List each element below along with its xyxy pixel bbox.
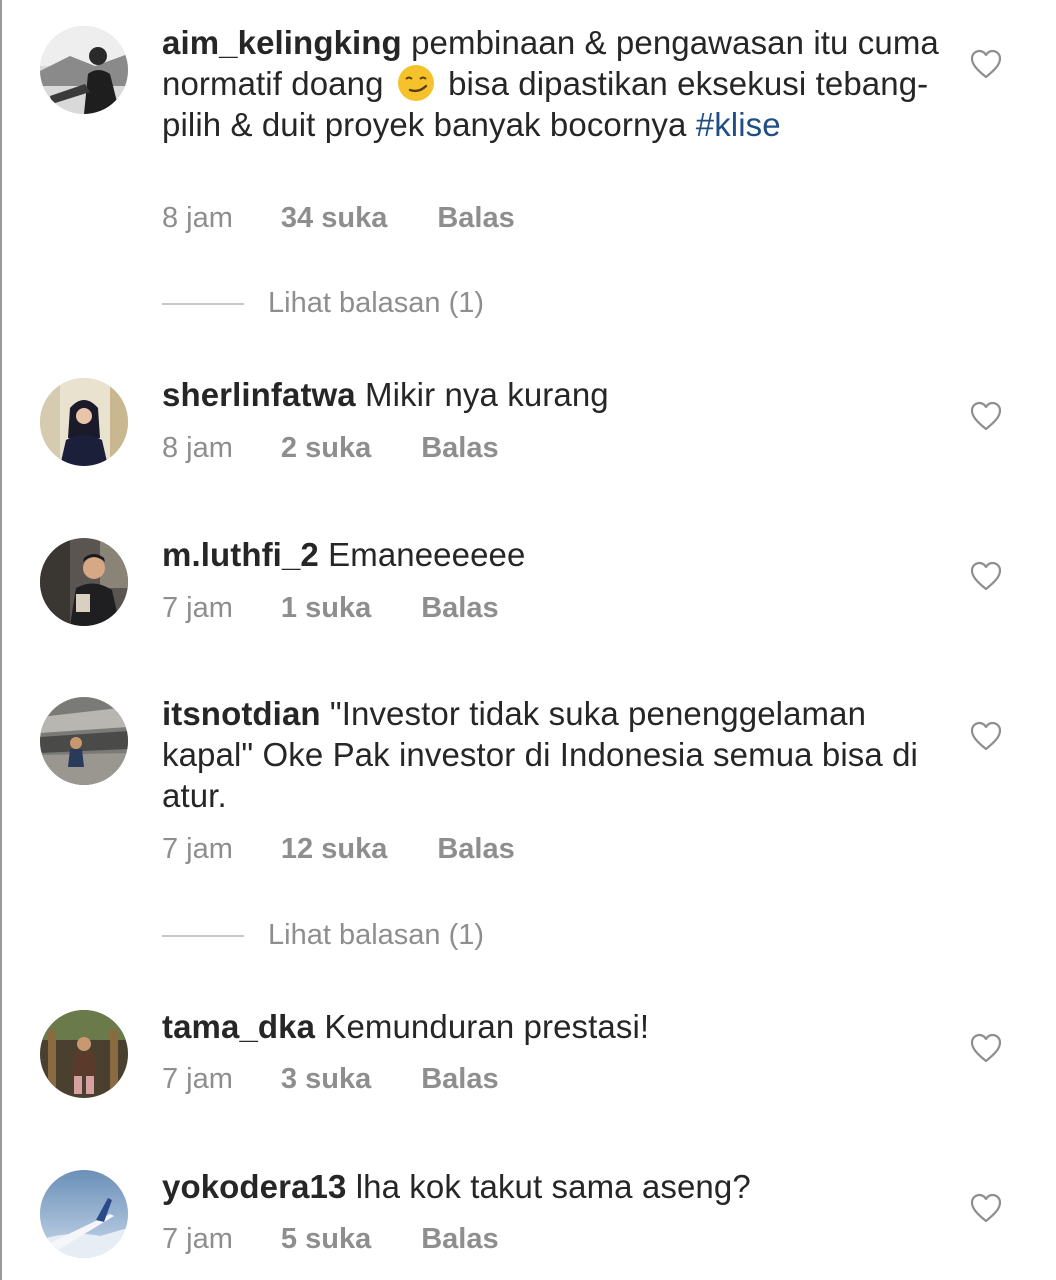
comment-meta: 7 jam 12 suka Balas bbox=[162, 831, 515, 867]
comment-body: lha kok takut sama aseng? bbox=[346, 1168, 751, 1205]
like-count[interactable]: 12 suka bbox=[281, 831, 387, 867]
view-replies-button[interactable]: Lihat balasan (1) bbox=[162, 285, 562, 321]
comment-time: 8 jam bbox=[162, 432, 233, 464]
username[interactable]: sherlinfatwa bbox=[162, 376, 356, 413]
avatar[interactable] bbox=[40, 1010, 128, 1098]
heart-outline-icon[interactable] bbox=[970, 561, 1002, 591]
like-count[interactable]: 3 suka bbox=[281, 1061, 371, 1097]
comment-meta: 7 jam 5 suka Balas bbox=[162, 1221, 499, 1257]
view-replies-label: Lihat balasan (1) bbox=[268, 287, 485, 319]
comment-time: 7 jam bbox=[162, 1223, 233, 1255]
avatar[interactable] bbox=[40, 378, 128, 466]
comment-body: Mikir nya kurang bbox=[355, 376, 609, 413]
reply-button[interactable]: Balas bbox=[421, 430, 498, 466]
like-count[interactable]: 2 suka bbox=[281, 430, 371, 466]
comment-time: 7 jam bbox=[162, 833, 233, 865]
username[interactable]: itsnotdian bbox=[162, 695, 321, 732]
comment-text: yokodera13 lha kok takut sama aseng? bbox=[162, 1166, 942, 1207]
comment-time: 7 jam bbox=[162, 1063, 233, 1095]
avatar[interactable] bbox=[40, 1170, 128, 1258]
comment-body: Kemunduran prestasi! bbox=[315, 1008, 650, 1045]
avatar[interactable] bbox=[40, 697, 128, 785]
comment-text: aim_kelingking pembinaan & pengawasan it… bbox=[162, 22, 942, 145]
heart-outline-icon[interactable] bbox=[970, 401, 1002, 431]
smirking-face-icon bbox=[397, 64, 435, 102]
heart-outline-icon[interactable] bbox=[970, 1193, 1002, 1223]
hashtag-link[interactable]: #klise bbox=[696, 106, 781, 143]
comment-meta: 8 jam 34 suka Balas bbox=[162, 200, 515, 236]
heart-outline-icon[interactable] bbox=[970, 721, 1002, 751]
reply-button[interactable]: Balas bbox=[421, 1221, 498, 1257]
username[interactable]: tama_dka bbox=[162, 1008, 315, 1045]
comment-time: 8 jam bbox=[162, 202, 233, 234]
reply-button[interactable]: Balas bbox=[437, 831, 514, 867]
view-replies-button[interactable]: Lihat balasan (1) bbox=[162, 917, 562, 953]
heart-outline-icon[interactable] bbox=[970, 49, 1002, 79]
reply-button[interactable]: Balas bbox=[421, 1061, 498, 1097]
comment-meta: 7 jam 1 suka Balas bbox=[162, 590, 499, 626]
like-count[interactable]: 1 suka bbox=[281, 590, 371, 626]
comment-time: 7 jam bbox=[162, 592, 233, 624]
like-count[interactable]: 34 suka bbox=[281, 200, 387, 236]
view-replies-label: Lihat balasan (1) bbox=[268, 919, 485, 951]
username[interactable]: yokodera13 bbox=[162, 1168, 346, 1205]
replies-divider bbox=[162, 935, 244, 937]
comment-text: m.luthfi_2 Emaneeeeee bbox=[162, 534, 942, 575]
left-edge-divider bbox=[0, 0, 2, 1280]
reply-button[interactable]: Balas bbox=[437, 200, 514, 236]
heart-outline-icon[interactable] bbox=[970, 1033, 1002, 1063]
comment-text: itsnotdian "Investor tidak suka penengge… bbox=[162, 693, 942, 816]
username[interactable]: m.luthfi_2 bbox=[162, 536, 319, 573]
comment-meta: 8 jam 2 suka Balas bbox=[162, 430, 499, 466]
replies-divider bbox=[162, 303, 244, 305]
comment-text: tama_dka Kemunduran prestasi! bbox=[162, 1006, 942, 1047]
reply-button[interactable]: Balas bbox=[421, 590, 498, 626]
comment-text: sherlinfatwa Mikir nya kurang bbox=[162, 374, 942, 415]
like-count[interactable]: 5 suka bbox=[281, 1221, 371, 1257]
comment-body: Emaneeeeee bbox=[318, 536, 526, 573]
avatar[interactable] bbox=[40, 26, 128, 114]
avatar[interactable] bbox=[40, 538, 128, 626]
comment-meta: 7 jam 3 suka Balas bbox=[162, 1061, 499, 1097]
username[interactable]: aim_kelingking bbox=[162, 24, 402, 61]
